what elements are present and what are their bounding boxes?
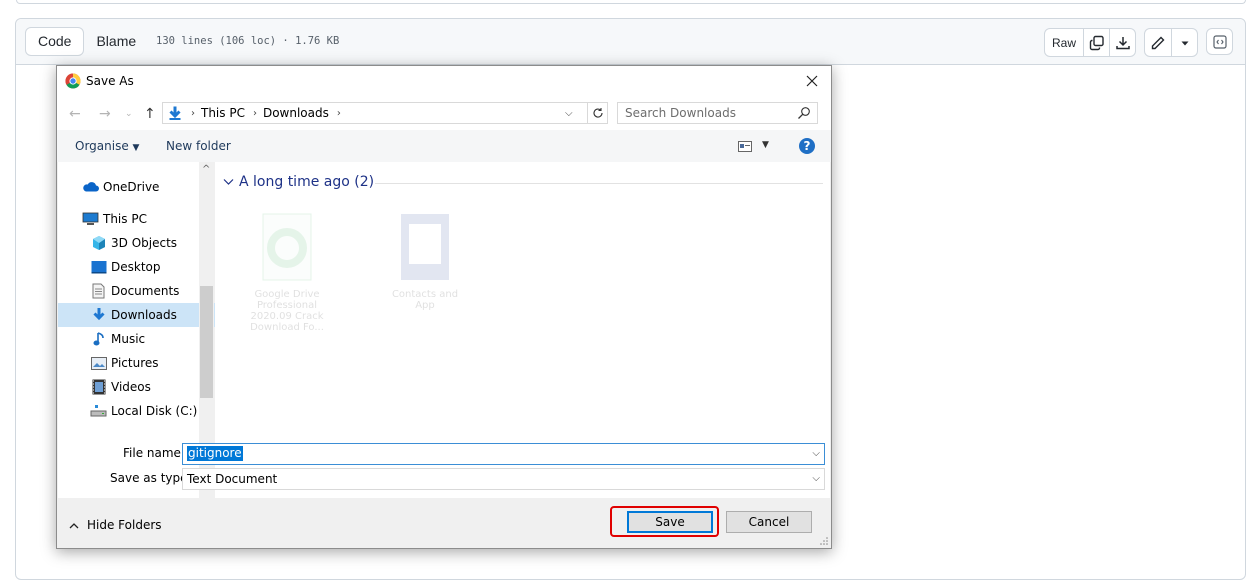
view-options-icon[interactable] [738,141,752,152]
scroll-up-icon[interactable]: ^ [202,164,210,175]
raw-copy-download-group: Raw [1043,28,1136,57]
download-button[interactable] [1109,29,1135,56]
chevron-up-icon [69,522,79,528]
recent-locations-icon[interactable]: ⌄ [125,109,133,119]
file-item[interactable]: Google Drive Professional 2020.09 Crack … [243,212,331,333]
save-type-dropdown-icon[interactable]: ⌵ [812,473,820,484]
file-actions: Raw [1043,28,1233,57]
collapse-chevron-icon [223,179,234,185]
breadcrumb-chevron-icon: › [191,107,195,119]
code-tab[interactable]: Code [25,27,85,56]
organise-label: Organise [75,139,129,153]
organise-menu[interactable]: Organise ▼ [75,139,139,153]
app-file-icon [401,214,449,280]
new-folder-button[interactable]: New folder [166,139,231,153]
group-header-label: A long time ago (2) [239,174,375,190]
raw-button[interactable]: Raw [1045,29,1083,56]
save-button[interactable]: Save [627,511,713,533]
code-blame-toggle: Code Blame [25,27,148,56]
documents-icon [90,283,107,299]
videos-icon [90,379,107,395]
file-name-value: gitignore [187,446,243,461]
close-button[interactable] [801,70,823,92]
google-drive-file-icon [262,213,312,281]
breadcrumb-chevron-icon: › [336,107,341,119]
file-item-label: Contacts and App [391,289,459,311]
refresh-icon [592,108,603,118]
pencil-icon [1151,36,1165,49]
nav-item-label: Downloads [111,308,177,322]
blame-tab[interactable]: Blame [84,27,148,56]
back-arrow-icon[interactable]: ← [69,106,81,122]
downloads-location-icon [169,106,181,120]
hide-folders-button[interactable]: Hide Folders [69,518,162,532]
nav-item-label: Local Disk (C:) [111,404,198,418]
resize-grip-icon[interactable] [819,536,829,546]
search-box [617,102,818,124]
up-arrow-icon[interactable]: ↑ [144,106,156,122]
file-name-dropdown-icon[interactable]: ⌵ [812,448,820,459]
nav-item-label: This PC [103,212,147,226]
chrome-icon [65,73,81,89]
group-header[interactable]: A long time ago (2) [223,174,374,190]
copy-icon [1089,35,1104,50]
pc-icon [82,211,99,227]
dialog-titlebar: Save As [57,66,831,96]
breadcrumb-this-pc[interactable]: This PC [201,106,245,120]
address-dropdown-icon[interactable]: ⌵ [565,102,573,124]
desktop-icon [90,259,107,275]
help-icon[interactable]: ? [799,138,815,154]
view-dropdown-icon[interactable]: ▼ [762,140,769,150]
nav-item-label: Documents [111,284,180,298]
address-bar[interactable]: › This PC › Downloads › [162,102,608,124]
nav-item-label: Desktop [111,260,161,274]
file-item[interactable]: Contacts and App [381,212,469,311]
refresh-button[interactable] [587,102,608,124]
file-name-field[interactable]: gitignore ⌵ [182,443,825,465]
copy-button[interactable] [1083,29,1109,56]
disk-icon [90,403,107,419]
cancel-button[interactable]: Cancel [726,511,812,533]
save-type-value: Text Document [187,472,278,486]
caret-down-icon [1181,41,1188,45]
scroll-thumb[interactable] [200,286,213,398]
close-icon [806,75,818,87]
save-as-dialog: Save As ← → ⌄ ↑ › This PC › Downloads › … [56,65,832,549]
address-bar-row: ← → ⌄ ↑ › This PC › Downloads › ⌵ [57,96,831,130]
save-type-label: Save as type: [110,471,192,485]
file-name-label: File name: [123,446,185,460]
nav-item-label: OneDrive [103,180,160,194]
music-icon [90,331,107,347]
search-input[interactable] [625,104,790,122]
nav-item-label: Music [111,332,146,346]
edit-button[interactable] [1145,29,1171,56]
organise-dropdown-icon: ▼ [132,143,140,153]
edit-group [1144,28,1198,57]
previous-panel-edge [16,0,1246,4]
code-square-icon [1212,34,1227,49]
download-icon [90,307,107,323]
nav-item-label: Videos [111,380,151,394]
download-raw-icon [1115,36,1130,49]
breadcrumb-chevron-icon: › [252,107,257,119]
onedrive-icon [82,179,99,195]
group-divider [375,183,823,184]
nav-item-label: Pictures [111,356,159,370]
forward-arrow-icon[interactable]: → [99,106,111,122]
cube-icon [90,235,107,251]
file-header: Code Blame 130 lines (106 loc) · 1.76 KB… [16,19,1245,65]
breadcrumb-downloads[interactable]: Downloads [263,106,329,120]
hide-folders-label: Hide Folders [87,518,162,532]
pictures-icon [90,355,107,371]
search-icon[interactable] [797,106,811,120]
nav-item-label: 3D Objects [111,236,178,250]
command-bar: Organise ▼ New folder ▼ ? [57,130,831,162]
symbols-button[interactable] [1206,28,1233,55]
save-type-select[interactable]: Text Document ⌵ [182,468,825,490]
dialog-title: Save As [86,74,134,88]
file-item-label: Google Drive Professional 2020.09 Crack … [250,289,324,333]
edit-menu-button[interactable] [1171,29,1197,56]
file-meta: 130 lines (106 loc) · 1.76 KB [156,35,340,47]
